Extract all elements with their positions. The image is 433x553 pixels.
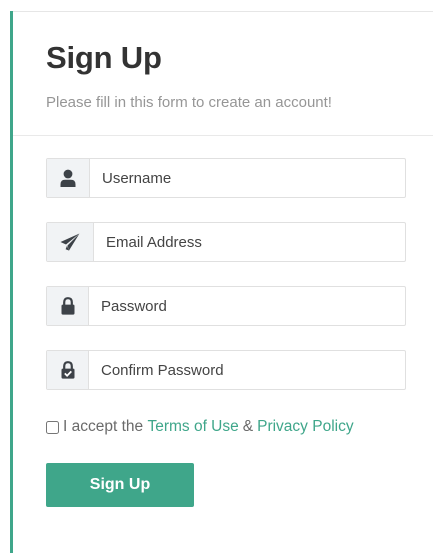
terms-row: I accept the Terms of Use & Privacy Policy [46,418,354,436]
confirm-password-group [46,350,406,390]
username-input[interactable] [90,159,405,197]
page-title: Sign Up [46,40,162,75]
terms-of-use-link[interactable]: Terms of Use [147,418,238,436]
page-subtitle: Please fill in this form to create an ac… [46,94,332,111]
confirm-password-input[interactable] [89,351,405,389]
username-group [46,158,406,198]
sign-up-button[interactable]: Sign Up [46,463,194,507]
lock-icon [47,287,89,325]
terms-checkbox[interactable] [46,420,59,434]
terms-ampersand: & [242,418,254,435]
paper-plane-icon [47,223,94,261]
email-input[interactable] [94,223,405,261]
user-icon [47,159,90,197]
password-input[interactable] [89,287,405,325]
privacy-policy-link[interactable]: Privacy Policy [257,418,353,436]
email-group [46,222,406,262]
password-group [46,286,406,326]
top-divider [12,11,433,12]
accent-border [10,11,13,553]
terms-prefix: I accept the [63,418,144,435]
lock-check-icon [47,351,89,389]
signup-page: Sign Up Please fill in this form to crea… [0,0,433,553]
header-divider [13,135,433,136]
